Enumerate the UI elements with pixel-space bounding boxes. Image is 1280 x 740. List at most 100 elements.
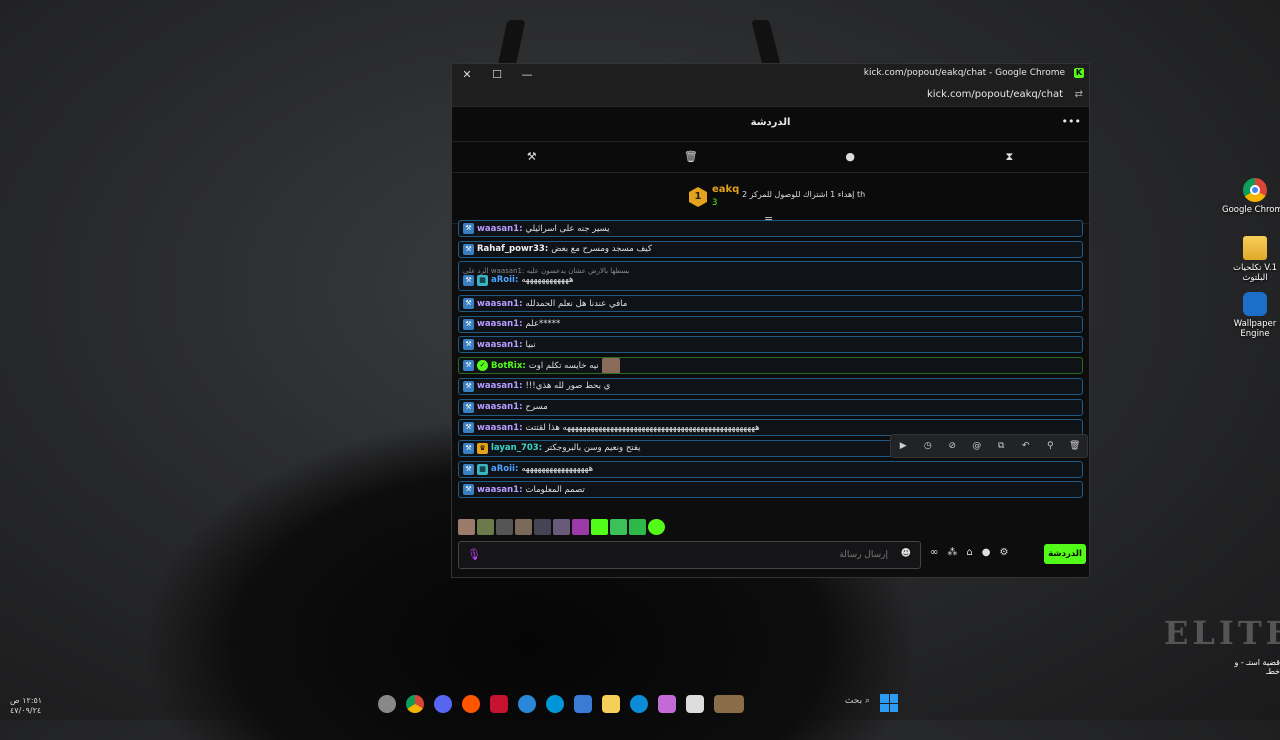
emoji-icon[interactable]: ☻	[901, 548, 911, 559]
emote[interactable]	[458, 519, 475, 535]
message-row: ⚒ waasan1: ههههههههههههههههههههههههههههههه…	[463, 422, 760, 434]
emote-image	[601, 358, 620, 374]
hp-icon[interactable]	[546, 695, 564, 713]
chat-messages: ⚒ waasan1: يسير جنه على اسرائيلي ⚒ Rahaf_pow…	[452, 220, 1089, 512]
pinned-sub-count: 3	[712, 198, 718, 208]
close-button[interactable]: ✕	[452, 68, 482, 81]
emote[interactable]	[629, 519, 646, 535]
username[interactable]: waasan1:	[477, 381, 522, 391]
edge-icon[interactable]	[630, 695, 648, 713]
message-row: ⚒ ✓ BotRix: نيه خايسه تكلم اوت	[463, 358, 620, 374]
soundcloud-icon[interactable]	[462, 695, 480, 713]
help-icon[interactable]	[518, 695, 536, 713]
chat-message[interactable]: ⚒ Rahaf_powr33: كيف مسجد ومسرح مع بعض	[458, 240, 1083, 258]
chat-bubble-icon[interactable]: ●	[982, 547, 991, 558]
taskbar-apps	[378, 695, 744, 713]
emote[interactable]	[610, 519, 627, 535]
username[interactable]: waasan1:	[477, 340, 522, 350]
emote[interactable]	[534, 519, 551, 535]
username[interactable]: waasan1:	[477, 319, 522, 329]
mention-icon[interactable]: @	[965, 441, 990, 451]
pinned-username[interactable]: eakq	[712, 184, 739, 195]
app-icon[interactable]	[490, 695, 508, 713]
reply-preview[interactable]: الرد على waasan1: بسطها بالارض عشان يدعس…	[463, 267, 630, 275]
username[interactable]: Rahaf_powr33:	[477, 244, 548, 254]
rank-badge: 1	[689, 187, 707, 207]
emote[interactable]	[477, 519, 494, 535]
maximize-button[interactable]: ☐	[482, 68, 512, 81]
username[interactable]: waasan1:	[477, 402, 522, 412]
emote[interactable]	[648, 519, 665, 535]
chat-message[interactable]: ⚒ ✓ BotRix: نيه خايسه تكلم اوت	[458, 357, 1083, 375]
username[interactable]: waasan1:	[477, 224, 522, 234]
username[interactable]: layan_703:	[491, 443, 542, 453]
delete-icon[interactable]: 🗑	[1063, 441, 1088, 451]
mod-toolbar: ⚒ 🗑 ● ⧗	[452, 142, 1089, 173]
chat-message[interactable]: ⚒ waasan1: تصمم المعلومات	[458, 481, 1083, 499]
ban-hammer-icon[interactable]: ⚒	[452, 142, 611, 172]
username[interactable]: waasan1:	[477, 423, 522, 433]
app-icon[interactable]	[378, 695, 396, 713]
chat-message[interactable]: ⚒ waasan1: !!!ي بحط صور لله هذي	[458, 377, 1083, 395]
emote[interactable]	[496, 519, 513, 535]
taskbar-clock[interactable]: ١٢:٥١ ص ٤٧/٠٩/٢٤	[10, 696, 42, 716]
hourglass-icon[interactable]: ⧗	[930, 142, 1089, 172]
url-text[interactable]: kick.com/popout/eakq/chat	[927, 89, 1063, 100]
chrome-icon[interactable]	[406, 695, 424, 713]
pin-icon[interactable]: ⚲	[1038, 441, 1063, 451]
chat-popout-window: ✕ ☐ — kick.com/popout/eakq/chat - Google…	[451, 63, 1090, 578]
moderator-badge-icon: ⚒	[463, 318, 474, 330]
store-icon[interactable]	[574, 695, 592, 713]
play-icon[interactable]: ▶	[891, 441, 916, 451]
file-explorer-icon[interactable]	[602, 695, 620, 713]
emote[interactable]	[572, 519, 589, 535]
store-icon[interactable]: ⌂	[966, 547, 972, 558]
chat-input[interactable]: 🎙 إرسال رسالة ☻	[458, 541, 921, 569]
chat-message[interactable]: ⚒ waasan1: مسرح	[458, 398, 1083, 416]
subscriber-badge-icon: ▦	[477, 274, 488, 286]
username[interactable]: aRoii:	[491, 275, 518, 285]
chat-message[interactable]: ⚒ waasan1: نبيا	[458, 336, 1083, 354]
message-text: هههههههههههههههههههههههههههههههههههههههه…	[525, 422, 760, 433]
reply-icon[interactable]: ↶	[1014, 441, 1039, 451]
username[interactable]: BotRix:	[491, 361, 526, 371]
message-text: ههههههههههههه	[521, 275, 574, 286]
windows-start-icon[interactable]	[880, 694, 898, 712]
username[interactable]: waasan1:	[477, 485, 522, 495]
send-chat-button[interactable]: الدردشة	[1044, 544, 1086, 564]
message-row: ⚒ waasan1: مسرح	[463, 401, 548, 413]
message-row: ⚒ waasan1: !!!ي بحط صور لله هذي	[463, 380, 610, 392]
chat-message[interactable]: ⚒ waasan1: مافي عندنا هل نعلم الحمدلله	[458, 295, 1083, 313]
chat-bubble-icon[interactable]: ●	[771, 142, 930, 172]
microphone-icon[interactable]: 🎙	[467, 548, 481, 561]
site-settings-icon[interactable]: ⇄	[1075, 89, 1083, 100]
username[interactable]: aRoii:	[491, 464, 518, 474]
app-icon[interactable]	[714, 695, 744, 713]
discord-icon[interactable]	[434, 695, 452, 713]
infinity-icon[interactable]: ∞	[930, 547, 938, 558]
chat-message[interactable]: الرد على waasan1: بسطها بالارض عشان يدعس…	[458, 261, 1083, 292]
emote[interactable]	[515, 519, 532, 535]
copilot-icon[interactable]	[658, 695, 676, 713]
taskbar-search[interactable]: بحث ⌕	[800, 696, 870, 706]
trash-icon[interactable]: 🗑	[611, 142, 770, 172]
timeout-icon[interactable]: ◷	[916, 441, 941, 451]
minimize-button[interactable]: —	[512, 68, 542, 81]
search-icon: ⌕	[864, 696, 870, 706]
notification-toast[interactable]: قضية استـ - و خطـ	[1230, 658, 1280, 676]
hide-icon[interactable]: ⊘	[940, 441, 965, 451]
desktop-icon-folder[interactable]: تكلحيات V.1 البلتوث	[1220, 236, 1280, 283]
app-icon[interactable]	[686, 695, 704, 713]
emote[interactable]	[553, 519, 570, 535]
chat-message[interactable]: ⚒ waasan1: يسير جنه على اسرائيلي	[458, 220, 1083, 237]
more-options-button[interactable]: •••	[1062, 115, 1081, 128]
desktop-icon-chrome[interactable]: Google Chrome	[1220, 178, 1280, 215]
desktop-icon-wallpaper-engine[interactable]: Wallpaper Engine	[1220, 292, 1280, 339]
points-icon[interactable]: ⁂	[947, 547, 957, 558]
emote[interactable]	[591, 519, 608, 535]
copy-icon[interactable]: ⧉	[989, 441, 1014, 451]
chat-message[interactable]: ⚒ ▦ aRoii: هههههههههههههههههه	[458, 460, 1083, 478]
username[interactable]: waasan1:	[477, 299, 522, 309]
chat-message[interactable]: ⚒ waasan1: علم*****	[458, 315, 1083, 333]
settings-gear-icon[interactable]: ⚙	[999, 547, 1008, 558]
